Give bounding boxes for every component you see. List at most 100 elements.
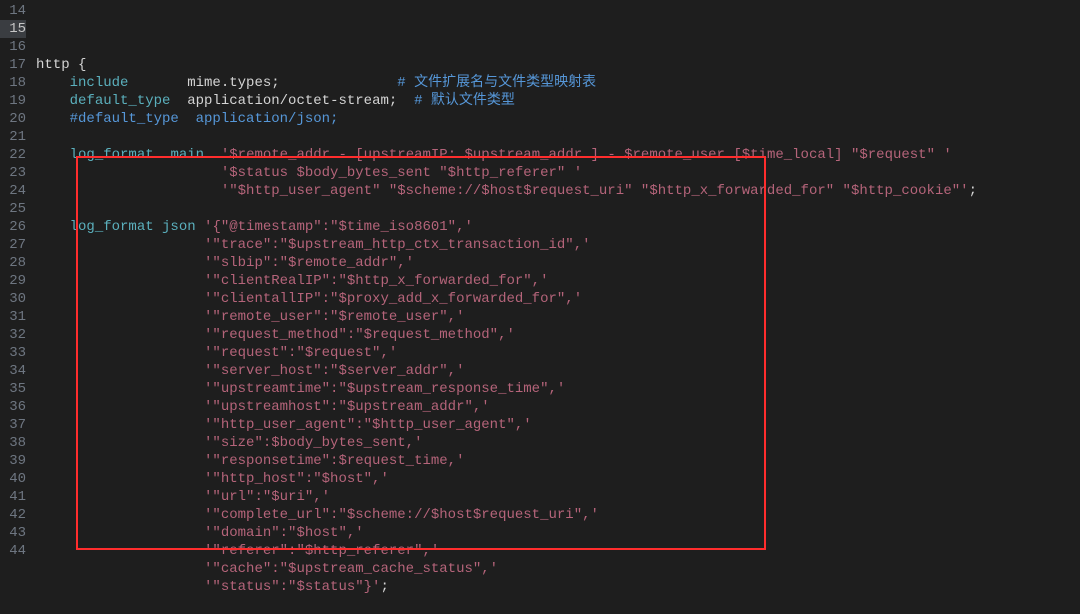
code-line[interactable]: '"request":"$request",' [36,344,1080,362]
line-number: 44 [0,542,26,560]
code-token: '"status":"$status"}' [204,579,380,595]
line-number: 21 [0,128,26,146]
code-token: '"referer":"$http_referer",' [204,543,439,559]
code-line[interactable]: include mime.types; # 文件扩展名与文件类型映射表 [36,74,1080,92]
code-line[interactable]: log_format main '$remote_addr - [upstrea… [36,146,1080,164]
code-token: '"server_host":"$server_addr",' [204,363,464,379]
code-line[interactable]: '"$http_user_agent" "$scheme://$host$req… [36,182,1080,200]
code-token [36,309,204,325]
code-token: '"size":$body_bytes_sent,' [204,435,422,451]
code-token [154,147,171,163]
line-number: 14 [0,2,26,20]
code-token [36,327,204,343]
code-line[interactable]: '"server_host":"$server_addr",' [36,362,1080,380]
line-number: 41 [0,488,26,506]
code-token [196,219,204,235]
line-number: 23 [0,164,26,182]
code-token: http { [36,57,86,73]
code-line[interactable]: log_format json '{"@timestamp":"$time_is… [36,218,1080,236]
code-token: # 默认文件类型 [414,93,515,109]
code-token [36,219,70,235]
code-token [36,273,204,289]
code-area[interactable]: http { include mime.types; # 文件扩展名与文件类型映… [36,2,1080,567]
code-token [36,363,204,379]
code-token: include [70,75,129,91]
code-token [204,147,221,163]
code-line[interactable] [36,128,1080,146]
code-token [36,381,204,397]
line-number: 32 [0,326,26,344]
code-token [36,93,70,109]
code-token [154,219,162,235]
code-line[interactable]: '"size":$body_bytes_sent,' [36,434,1080,452]
code-line[interactable]: '"cache":"$upstream_cache_status",' [36,560,1080,578]
code-line[interactable]: '"http_host":"$host",' [36,470,1080,488]
code-token: '"clientallIP":"$proxy_add_x_forwarded_f… [204,291,582,307]
line-number: 36 [0,398,26,416]
code-line[interactable]: '"clientRealIP":"$http_x_forwarded_for",… [36,272,1080,290]
code-line[interactable]: '"remote_user":"$remote_user",' [36,308,1080,326]
code-line[interactable]: http { [36,56,1080,74]
code-line[interactable]: '"clientallIP":"$proxy_add_x_forwarded_f… [36,290,1080,308]
code-token: '"responsetime":$request_time,' [204,453,464,469]
code-token: main [170,147,204,163]
code-token [36,183,221,199]
code-token [36,453,204,469]
code-line[interactable] [36,596,1080,614]
line-number: 25 [0,200,26,218]
line-number: 37 [0,416,26,434]
code-token: '"cache":"$upstream_cache_status",' [204,561,498,577]
code-token [36,291,204,307]
line-number: 24 [0,182,26,200]
code-line[interactable]: '"referer":"$http_referer",' [36,542,1080,560]
line-number: 42 [0,506,26,524]
line-number: 19 [0,92,26,110]
code-token: '"clientRealIP":"$http_x_forwarded_for",… [204,273,548,289]
code-token [36,489,204,505]
code-line[interactable] [36,200,1080,218]
code-line[interactable]: '"url":"$uri",' [36,488,1080,506]
code-token: ; [380,579,388,595]
code-token [36,237,204,253]
code-token [36,147,70,163]
line-number: 22 [0,146,26,164]
code-token [36,543,204,559]
code-token: json [162,219,196,235]
code-line[interactable]: #default_type application/json; [36,110,1080,128]
code-token [36,417,204,433]
code-line[interactable]: default_type application/octet-stream; #… [36,92,1080,110]
code-token [36,75,70,91]
code-line[interactable]: '"domain":"$host",' [36,524,1080,542]
code-token: '"http_host":"$host",' [204,471,389,487]
code-line[interactable]: '"slbip":"$remote_addr",' [36,254,1080,272]
code-token [36,507,204,523]
line-number: 38 [0,434,26,452]
code-line[interactable]: '"complete_url":"$scheme://$host$request… [36,506,1080,524]
code-editor[interactable]: 1415161718192021222324252627282930313233… [0,0,1080,567]
line-number: 27 [0,236,26,254]
line-number: 18 [0,74,26,92]
code-token: default_type [70,93,171,109]
line-number: 43 [0,524,26,542]
code-line[interactable]: '"trace":"$upstream_http_ctx_transaction… [36,236,1080,254]
code-line[interactable]: '"request_method":"$request_method",' [36,326,1080,344]
code-line[interactable]: '"upstreamtime":"$upstream_response_time… [36,380,1080,398]
code-token: '"remote_user":"$remote_user",' [204,309,464,325]
code-line[interactable]: '"upstreamhost":"$upstream_addr",' [36,398,1080,416]
code-line[interactable]: '"responsetime":$request_time,' [36,452,1080,470]
code-line[interactable]: '$status $body_bytes_sent "$http_referer… [36,164,1080,182]
line-number: 17 [0,56,26,74]
code-token: log_format [70,219,154,235]
code-line[interactable]: '"http_user_agent":"$http_user_agent",' [36,416,1080,434]
code-token [36,345,204,361]
code-token: '"request_method":"$request_method",' [204,327,515,343]
code-token: '"domain":"$host",' [204,525,364,541]
code-token: '{"@timestamp":"$time_iso8601",' [204,219,473,235]
line-number: 35 [0,380,26,398]
code-token [36,165,221,181]
code-line[interactable]: '"status":"$status"}'; [36,578,1080,596]
line-number: 28 [0,254,26,272]
line-number-gutter: 1415161718192021222324252627282930313233… [0,2,36,567]
line-number: 30 [0,290,26,308]
line-number: 15 [0,20,26,38]
